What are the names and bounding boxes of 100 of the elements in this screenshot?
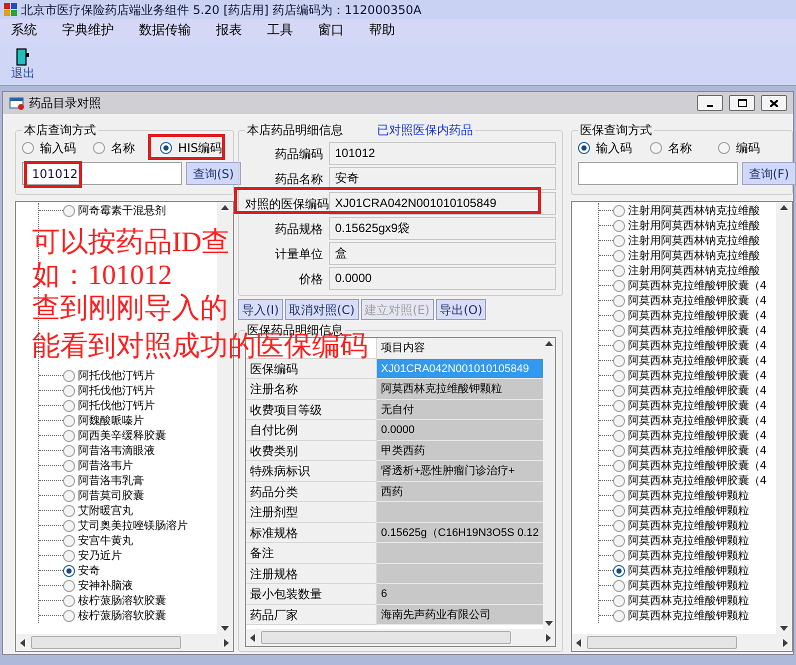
tree-item[interactable]: 阿昔洛韦滴眼液 [78,443,155,458]
radio-button[interactable] [612,204,625,216]
radio-button[interactable] [63,520,75,532]
radio-button[interactable] [63,400,75,412]
radio-button[interactable] [612,550,625,562]
radio-button[interactable] [612,444,625,456]
menu-item[interactable]: 帮助 [362,21,402,41]
menu-item[interactable]: 报表 [209,21,249,41]
search-button[interactable]: 查询(S) [186,162,241,185]
close-button[interactable] [761,95,787,111]
tree-item[interactable]: 艾司奥美拉唑镁肠溶片 [78,518,188,533]
action-button[interactable]: 导入(I) [238,299,283,320]
radio-button[interactable] [578,142,590,154]
radio-button[interactable] [63,204,75,216]
radio-button[interactable] [718,142,730,154]
radio-button[interactable] [612,280,625,292]
horizontal-scrollbar[interactable] [246,629,555,646]
radio-button[interactable] [63,610,75,622]
tree-item[interactable]: 安宫牛黄丸 [78,533,133,548]
radio-button[interactable] [22,142,34,154]
scrollbar-thumb[interactable] [586,636,737,649]
radio-button[interactable] [160,142,172,154]
radio-button[interactable] [612,490,625,502]
tree-item[interactable]: 阿昔莫司胶囊 [78,488,144,503]
scrollbar-thumb[interactable] [31,636,181,649]
radio-button[interactable] [612,250,625,262]
exit-button[interactable]: 退出 [8,48,38,80]
tree-item[interactable]: 注射用阿莫西林钠克拉维酸 [628,248,760,263]
tree-item[interactable]: 阿莫西林克拉维酸钾颗粒 [628,593,749,608]
radio-button[interactable] [612,564,625,576]
radio-button[interactable] [612,460,625,472]
tree-item[interactable]: 注射用阿莫西林钠克拉维酸 [628,203,760,218]
radio-button[interactable] [63,594,75,606]
tree-item[interactable]: 阿西美辛缓释胶囊 [78,428,166,443]
radio-button[interactable] [612,504,625,516]
radio-button[interactable] [63,460,75,472]
radio-button[interactable] [612,354,625,366]
radio-label[interactable]: 编码 [736,139,760,157]
radio-button[interactable] [63,490,75,502]
tree-item[interactable]: 阿莫西林克拉维酸钾胶囊（4 [628,323,767,338]
tree-item[interactable]: 阿魏酸哌嗪片 [78,413,144,428]
tree-item[interactable]: 注射用阿莫西林钠克拉维酸 [628,263,760,278]
radio-button[interactable] [612,414,625,426]
radio-button[interactable] [612,220,625,232]
tree-item[interactable]: 阿莫西林克拉维酸钾颗粒 [628,608,749,623]
radio-button[interactable] [612,594,625,606]
radio-button[interactable] [612,234,625,246]
horizontal-scrollbar[interactable] [572,634,792,651]
radio-button[interactable] [612,474,625,486]
column-header[interactable]: 项目内容 [377,338,543,358]
radio-label[interactable]: 名称 [668,139,692,157]
action-button[interactable]: 导出(O) [436,299,486,320]
tree-item[interactable]: 阿莫西林克拉维酸钾胶囊（4 [628,368,767,383]
menu-item[interactable]: 工具 [260,21,300,41]
tree-item[interactable]: 阿莫西林克拉维酸钾胶囊（4 [628,413,767,428]
tree-item[interactable]: 阿莫西林克拉维酸钾胶囊（4 [628,278,767,293]
vertical-scrollbar[interactable] [542,338,555,629]
tree-item[interactable]: 阿莫西林克拉维酸钾胶囊（4 [628,458,767,473]
tree-item[interactable]: 阿莫西林克拉维酸钾胶囊（4 [628,383,767,398]
tree-item[interactable]: 安乃近片 [78,548,122,563]
tree-item[interactable]: 注射用阿莫西林钠克拉维酸 [628,233,760,248]
minimize-button[interactable] [697,95,723,111]
tree-item[interactable]: 阿莫西林克拉维酸钾胶囊（4 [628,308,767,323]
search-field[interactable] [578,162,738,185]
tree-item[interactable]: 阿莫西林克拉维酸钾胶囊（4 [628,473,767,488]
search-field[interactable]: 101012 [22,162,182,185]
tree-item[interactable]: 安神补脑液 [78,578,133,593]
tree-item[interactable]: 阿托伐他汀钙片 [78,398,155,413]
radio-button[interactable] [63,550,75,562]
tree-item[interactable]: 阿莫西林克拉维酸钾颗粒 [628,518,749,533]
radio-button[interactable] [612,610,625,622]
tree-item[interactable]: 阿托伐他汀钙片 [78,368,155,383]
radio-button[interactable] [612,384,625,396]
menu-item[interactable]: 窗口 [311,21,351,41]
radio-button[interactable] [63,414,75,426]
tree-item[interactable]: 阿莫西林克拉维酸钾颗粒 [628,563,749,578]
radio-button[interactable] [63,564,75,576]
radio-button[interactable] [612,340,625,352]
action-button[interactable]: 取消对照(C) [284,299,359,320]
radio-button[interactable] [612,430,625,442]
menu-item[interactable]: 字典维护 [55,21,121,41]
compared-drugs-link[interactable]: 已对照医保内药品 [377,123,473,137]
radio-button[interactable] [63,384,75,396]
radio-button[interactable] [63,370,75,382]
radio-button[interactable] [92,142,105,154]
radio-button[interactable] [612,400,625,412]
radio-button[interactable] [650,142,662,154]
radio-button[interactable] [63,504,75,516]
radio-button[interactable] [612,580,625,592]
tree-item[interactable]: 安奇 [78,563,100,578]
radio-button[interactable] [63,430,75,442]
radio-label[interactable]: 输入码 [40,139,76,157]
tree-item[interactable]: 阿昔洛韦乳膏 [78,473,144,488]
radio-button[interactable] [612,520,625,532]
tree-item[interactable]: 阿莫西林克拉维酸钾颗粒 [628,488,749,503]
tree-item[interactable]: 阿莫西林克拉维酸钾胶囊（4 [628,443,767,458]
radio-button[interactable] [63,580,75,592]
menu-item[interactable]: 系统 [4,21,44,41]
tree-item[interactable]: 阿莫西林克拉维酸钾胶囊（4 [628,428,767,443]
tree-item[interactable]: 阿奇霉素干混悬剂 [78,203,166,218]
